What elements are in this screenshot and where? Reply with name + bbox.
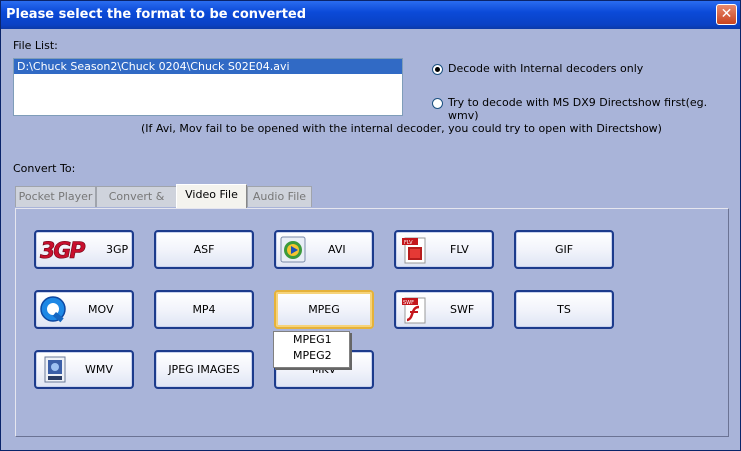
3gp-logo-icon: 3GP: [40, 239, 88, 264]
format-button-ts[interactable]: TS: [514, 290, 614, 329]
svg-text:3GP: 3GP: [40, 239, 85, 264]
decode-directshow-label[interactable]: Try to decode with MS DX9 Directshow fir…: [448, 96, 740, 122]
format-button-asf[interactable]: ASF: [154, 230, 254, 269]
svg-text:FLV: FLV: [404, 240, 413, 246]
format-button-mp4[interactable]: MP4: [154, 290, 254, 329]
decoder-hint: (If Avi, Mov fail to be opened with the …: [141, 122, 662, 135]
close-button[interactable]: ✕: [716, 4, 737, 25]
menu-item-mpeg1[interactable]: MPEG1: [274, 332, 349, 348]
close-icon: ✕: [720, 6, 733, 22]
format-label: MP4: [192, 303, 216, 316]
decode-internal-radio[interactable]: [432, 64, 443, 75]
flv-document-icon: FLV: [402, 237, 426, 264]
tab-audio-file[interactable]: Audio File: [247, 186, 312, 207]
format-label: WMV: [85, 363, 113, 376]
format-button-avi[interactable]: AVI: [274, 230, 374, 269]
format-button-flv[interactable]: FLV FLV: [394, 230, 494, 269]
format-button-wmv[interactable]: WMV: [34, 350, 134, 389]
format-button-3gp[interactable]: 3GP 3GP: [34, 230, 134, 269]
format-label: SWF: [450, 303, 475, 316]
format-dialog: Please select the format to be converted…: [0, 0, 741, 451]
format-button-jpeg-images[interactable]: JPEG IMAGES: [154, 350, 254, 389]
format-button-mpeg[interactable]: MPEG: [274, 290, 374, 329]
quicktime-icon: [40, 296, 66, 323]
tab-pocket-player[interactable]: Pocket Player: [15, 186, 96, 207]
decode-internal-label[interactable]: Decode with Internal decoders only: [448, 62, 643, 75]
mpeg-variant-menu: MPEG1 MPEG2: [273, 331, 350, 368]
format-button-gif[interactable]: GIF: [514, 230, 614, 269]
file-list-item[interactable]: D:\Chuck Season2\Chuck 0204\Chuck S02E04…: [14, 59, 402, 74]
flash-swf-icon: SWF: [402, 297, 426, 324]
window-title: Please select the format to be converted: [6, 7, 307, 22]
format-label: FLV: [450, 243, 469, 256]
menu-item-mpeg2[interactable]: MPEG2: [274, 348, 349, 364]
title-bar: Please select the format to be converted…: [1, 1, 740, 29]
convert-to-label: Convert To:: [13, 162, 76, 175]
format-label: ASF: [193, 243, 215, 256]
svg-text:SWF: SWF: [403, 300, 414, 306]
format-label: TS: [557, 303, 571, 316]
format-label: MOV: [88, 303, 114, 316]
file-list[interactable]: D:\Chuck Season2\Chuck 0204\Chuck S02E04…: [13, 58, 403, 116]
format-label: MPEG: [308, 303, 340, 316]
format-button-mov[interactable]: MOV: [34, 290, 134, 329]
format-label: AVI: [328, 243, 346, 256]
format-button-swf[interactable]: SWF SWF: [394, 290, 494, 329]
decode-directshow-radio[interactable]: [432, 98, 443, 109]
format-label: JPEG IMAGES: [168, 363, 240, 376]
tab-video-file[interactable]: Video File: [176, 184, 247, 208]
tab-convert-burn[interactable]: Convert & Burn: [96, 186, 177, 222]
wmv-media-icon: [44, 356, 66, 383]
format-label: 3GP: [106, 243, 129, 256]
format-label: GIF: [554, 243, 574, 256]
file-list-label: File List:: [13, 39, 58, 52]
avi-media-icon: [280, 236, 306, 263]
